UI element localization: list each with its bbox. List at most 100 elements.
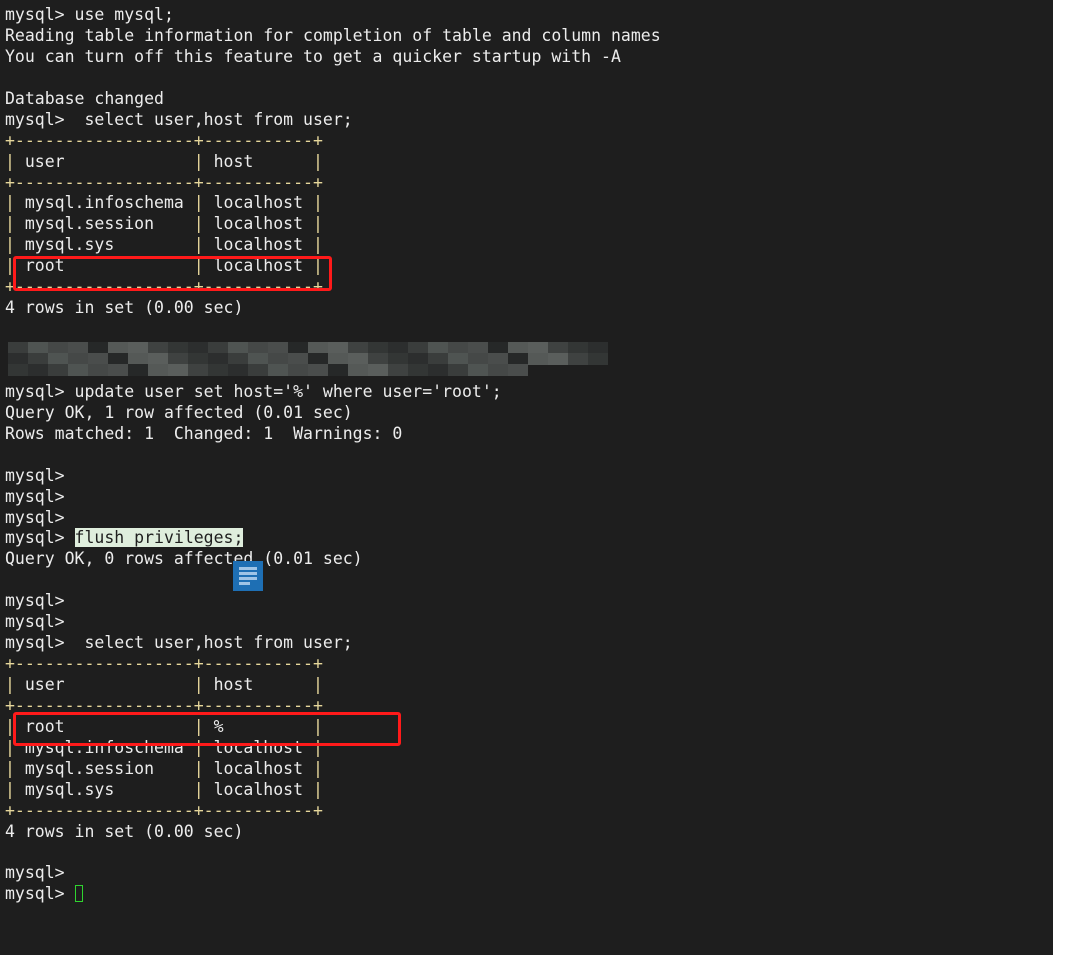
redaction-block xyxy=(368,364,388,376)
notepad-icon[interactable] xyxy=(233,561,263,591)
terminal-line: Reading table information for completion… xyxy=(5,26,661,47)
redaction-block xyxy=(108,364,128,376)
redaction-block xyxy=(68,364,88,376)
terminal-output: mysql> use mysql; Reading table informati… xyxy=(5,5,661,905)
line-text: Rows matched: 1 Changed: 1 Warnings: 0 xyxy=(5,423,403,443)
terminal-line: mysql> select user,host from user; xyxy=(5,633,661,654)
line-text: | user | host | xyxy=(5,675,323,694)
line-text: +------------------+-----------+ xyxy=(5,130,323,150)
line-text: Reading table information for completion… xyxy=(5,25,661,45)
line-text: You can turn off this feature to get a q… xyxy=(5,46,621,66)
line-text: mysql> xyxy=(5,591,65,611)
highlight-box-root-localhost xyxy=(13,256,332,291)
redaction-block xyxy=(288,364,308,376)
redaction-block xyxy=(228,364,248,376)
line-text: | mysql.sys | localhost | xyxy=(5,779,323,799)
redaction-block xyxy=(388,364,408,376)
terminal-line: mysql> update user set host='%' where us… xyxy=(5,382,661,403)
terminal-line: Query OK, 0 rows affected (0.01 sec) xyxy=(5,549,661,570)
line-text: +------------------+-----------+ xyxy=(5,654,323,674)
line-text: +------------------+-----------+ xyxy=(5,172,323,192)
table-line: | user | host | xyxy=(5,675,661,696)
line-text: mysql> use mysql; xyxy=(5,5,174,24)
line-text: mysql> xyxy=(5,528,75,548)
terminal-line: 4 rows in set (0.00 sec) xyxy=(5,822,661,843)
line-text: | mysql.infoschema | localhost | xyxy=(5,193,323,213)
line-text: mysql> update user set host='%' where us… xyxy=(5,381,502,401)
window-edge xyxy=(1053,0,1074,955)
redaction-block xyxy=(208,364,228,376)
terminal-line: mysql> xyxy=(5,612,661,633)
redaction-block xyxy=(408,364,428,376)
line-text: mysql> xyxy=(5,486,65,506)
line-text: 4 rows in set (0.00 sec) xyxy=(5,298,244,318)
redaction-block xyxy=(168,364,188,376)
terminal-line: Database changed xyxy=(5,89,661,110)
redaction-block xyxy=(348,364,368,376)
terminal-line: mysql> xyxy=(5,884,661,905)
redaction-block xyxy=(8,364,28,376)
line-text: mysql> xyxy=(5,863,65,883)
line-text: 4 rows in set (0.00 sec) xyxy=(5,821,244,841)
line-text: | mysql.session | localhost | xyxy=(5,758,323,778)
line-text: mysql> xyxy=(5,884,75,904)
line-text: mysql> select user,host from user; xyxy=(5,109,353,129)
table-line: | mysql.infoschema | localhost | xyxy=(5,193,661,214)
redaction-block xyxy=(268,364,288,376)
cursor xyxy=(74,885,83,903)
line-text: Query OK, 0 rows affected (0.01 sec) xyxy=(5,549,363,569)
terminal-window[interactable]: mysql> use mysql; Reading table informati… xyxy=(0,0,1053,955)
table-line: +------------------+-----------+ xyxy=(5,131,661,152)
table-line: +------------------+-----------+ xyxy=(5,801,661,822)
redaction-block xyxy=(88,364,108,376)
table-line: | mysql.sys | localhost | xyxy=(5,780,661,801)
redaction-block xyxy=(188,364,208,376)
terminal-line: mysql> use mysql; xyxy=(5,5,661,26)
terminal-line: mysql> select user,host from user; xyxy=(5,110,661,131)
line-text: mysql> xyxy=(5,507,65,527)
redaction-block xyxy=(568,353,588,365)
terminal-line: mysql> xyxy=(5,508,661,529)
redaction-block xyxy=(248,364,268,376)
redaction-block xyxy=(428,364,448,376)
selected-command: flush privileges; xyxy=(74,528,244,548)
redaction-block xyxy=(548,353,568,365)
redaction-block xyxy=(508,364,528,376)
line-text: | mysql.session | localhost | xyxy=(5,214,323,234)
redaction-block xyxy=(528,353,548,365)
redaction-block xyxy=(468,364,488,376)
redaction-block xyxy=(128,364,148,376)
terminal-line: mysql> xyxy=(5,863,661,884)
table-line: | mysql.session | localhost | xyxy=(5,759,661,780)
line-text: mysql> select user,host from user; xyxy=(5,633,353,653)
terminal-line: You can turn off this feature to get a q… xyxy=(5,47,661,68)
redaction-block xyxy=(308,364,328,376)
redaction-block xyxy=(328,364,348,376)
redaction-block xyxy=(488,364,508,376)
redacted-region xyxy=(0,336,615,384)
redaction-block xyxy=(448,364,468,376)
redaction-block xyxy=(588,353,608,365)
line-text: Query OK, 1 row affected (0.01 sec) xyxy=(5,402,353,422)
table-line: +------------------+-----------+ xyxy=(5,173,661,194)
line-text: mysql> xyxy=(5,465,65,485)
terminal-line: 4 rows in set (0.00 sec) xyxy=(5,298,661,319)
table-line: | mysql.sys | localhost | xyxy=(5,235,661,256)
line-text: mysql> xyxy=(5,612,65,632)
terminal-line: mysql> flush privileges; xyxy=(5,528,661,549)
redaction-block xyxy=(48,364,68,376)
line-text: Database changed xyxy=(5,88,164,108)
terminal-line: Query OK, 1 row affected (0.01 sec) xyxy=(5,403,661,424)
terminal-line: Rows matched: 1 Changed: 1 Warnings: 0 xyxy=(5,424,661,445)
terminal-line: mysql> xyxy=(5,591,661,612)
line-text: +------------------+-----------+ xyxy=(5,800,323,820)
table-line: | user | host | xyxy=(5,152,661,173)
redaction-block xyxy=(148,364,168,376)
line-text: | user | host | xyxy=(5,151,323,171)
terminal-line: mysql> xyxy=(5,466,661,487)
line-text: | mysql.sys | localhost | xyxy=(5,235,323,255)
